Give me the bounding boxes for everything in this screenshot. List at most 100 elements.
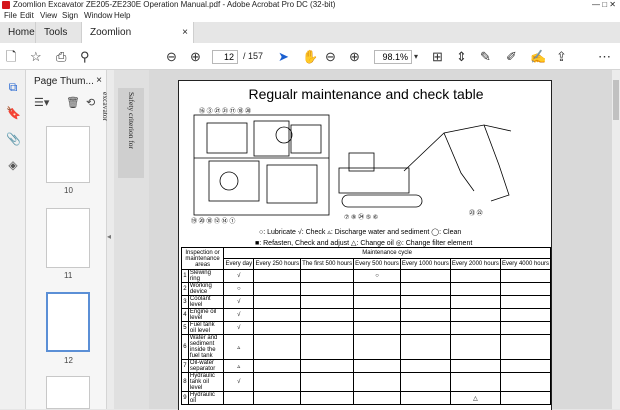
page-thumbnails-icon[interactable]: ⧉ (6, 80, 20, 94)
table-row: 6 Water and sediment inside the fuel tank… (181, 334, 551, 360)
row-cycle-mark (499, 308, 551, 322)
row-cycle-mark (499, 391, 551, 405)
zoom-dropdown-icon[interactable]: ▾ (414, 48, 418, 65)
tab-document[interactable]: Zoomlion Excavator... × (81, 22, 194, 59)
tab-tools[interactable]: Tools (36, 22, 81, 43)
menu-view[interactable]: View (40, 10, 57, 22)
thumbnail-page-12-selected[interactable] (46, 292, 90, 352)
table-row: 2 Working device ○ (181, 282, 551, 296)
table-subheader-row: Every day Every 250 hours The first 500 … (182, 258, 551, 270)
row-cycle-mark (353, 391, 401, 405)
row-number: 3 (181, 295, 189, 309)
hand-tool-icon[interactable]: ✋ (302, 48, 318, 65)
row-cycle-mark (300, 295, 355, 309)
more-tools-icon[interactable]: ⋯ (598, 48, 611, 65)
table-row: 7 Oil-water separator ▵ (181, 359, 551, 373)
cycle-column: Every 500 hours (353, 258, 401, 270)
row-cycle-mark (399, 282, 451, 296)
print-icon[interactable]: ⎙ (56, 48, 66, 65)
save-icon[interactable]: 🗋 (6, 48, 16, 65)
menu-window[interactable]: Window (84, 10, 112, 22)
layers-icon[interactable]: ◈ (6, 158, 20, 172)
zoom-out-icon[interactable]: ⊖ (325, 48, 336, 65)
row-cycle-mark (499, 359, 551, 373)
bookmark-star-icon[interactable]: ☆ (30, 48, 42, 65)
row-cycle-mark: ○ (223, 282, 255, 296)
row-cycle-mark (399, 321, 451, 335)
comment-icon[interactable]: ✎ (480, 48, 491, 65)
search-icon[interactable]: ⚲ (80, 48, 90, 65)
table-row: 1 Slewing ring √ ○ (181, 269, 551, 283)
thumbnail-options-icon[interactable]: ☰▾ (34, 96, 49, 109)
thumbnail-page-11[interactable] (46, 208, 90, 268)
row-cycle-mark (399, 295, 451, 309)
window-controls[interactable]: — □ ✕ (592, 0, 616, 10)
row-number: 1 (181, 269, 189, 283)
row-area-name: Water and sediment inside the fuel tank (187, 334, 225, 360)
zoom-in-icon[interactable]: ⊕ (349, 48, 360, 65)
row-cycle-mark (399, 334, 451, 360)
row-cycle-mark: △ (449, 391, 501, 405)
thumbnail-label: 12 (64, 356, 73, 365)
row-area-name: Fuel tank oil level (187, 321, 225, 335)
excavator-diagram: ⑯ ③ ㉗ ㉑ ⑰ ⑱ ⑳ ⑲ ⑳ ⑩ ⑫ ⑭ ① ⑦ ⑧ ㉔ ⑤ ⑥ ㉓ ㉒ (191, 107, 512, 225)
zoom-input[interactable] (374, 50, 412, 64)
bookmarks-icon[interactable]: 🔖 (6, 106, 21, 120)
close-panel-icon[interactable]: × (96, 75, 102, 86)
scroll-mode-icon[interactable]: ⇕ (456, 48, 467, 65)
vertical-scrollbar[interactable] (612, 70, 620, 409)
row-cycle-mark (353, 282, 401, 296)
highlight-icon[interactable]: ✐ (506, 48, 517, 65)
menu-sign[interactable]: Sign (62, 10, 78, 22)
delete-page-icon[interactable]: 🗑 (66, 96, 80, 109)
row-cycle-mark (253, 295, 302, 309)
row-cycle-mark: ▵ (223, 359, 255, 373)
menu-file[interactable]: File (4, 10, 17, 22)
row-cycle-mark (449, 282, 501, 296)
row-cycle-mark: ○ (353, 269, 401, 283)
row-cycle-mark (300, 372, 355, 392)
attachments-icon[interactable]: 📎 (6, 132, 21, 146)
row-area-name: Oil-water separator (187, 359, 225, 373)
legend-line-1: ○: Lubricate √: Check ▵: Discharge water… (259, 229, 462, 236)
select-cursor-icon[interactable]: ➤ (278, 48, 289, 65)
legend-line-2: ■: Refasten, Check and adjust △: Change … (255, 240, 473, 247)
cycle-header: Maintenance cycle (223, 247, 551, 259)
row-area-name: Hydraulic oil (187, 391, 225, 405)
row-cycle-mark (399, 308, 451, 322)
row-cycle-mark (449, 359, 501, 373)
row-cycle-mark (300, 359, 355, 373)
row-cycle-mark (499, 282, 551, 296)
menu-help[interactable]: Help (114, 10, 130, 22)
previous-page-icon[interactable]: ⊖ (166, 48, 177, 65)
thumbnail-page-10[interactable] (46, 126, 90, 183)
menu-edit[interactable]: Edit (20, 10, 34, 22)
row-area-name: Working device (187, 282, 225, 296)
row-area-name: Coolant level (187, 295, 225, 309)
row-cycle-mark (449, 269, 501, 283)
share-icon[interactable]: ⇪ (556, 48, 567, 65)
cycle-column: Every 1000 hours (399, 258, 451, 270)
row-cycle-mark (253, 372, 302, 392)
scrollbar-thumb[interactable] (613, 80, 619, 120)
row-cycle-mark (449, 321, 501, 335)
svg-text:㉓ ㉒: ㉓ ㉒ (469, 209, 483, 217)
row-area-name: Hydraulic tank oil level (187, 372, 225, 392)
row-cycle-mark (499, 372, 551, 392)
cycle-column: Every 250 hours (253, 258, 302, 270)
page-number-input[interactable] (212, 50, 238, 64)
thumbnail-page-13[interactable] (46, 376, 90, 409)
bookmark-label[interactable]: Safety criterion for excavator (101, 88, 144, 178)
row-cycle-mark (499, 269, 551, 283)
tab-home[interactable]: Home (0, 22, 36, 43)
row-cycle-mark: √ (223, 372, 255, 392)
row-cycle-mark: √ (223, 321, 255, 335)
fit-page-icon[interactable]: ⊞ (432, 48, 443, 65)
sign-icon[interactable]: ✍ (530, 48, 546, 65)
row-cycle-mark: ▵ (223, 334, 255, 360)
next-page-icon[interactable]: ⊕ (190, 48, 201, 65)
close-tab-icon[interactable]: × (182, 22, 188, 43)
row-number: 4 (181, 308, 189, 322)
svg-text:⑯ ③ ㉗ ㉑ ⑰ ⑱ ⑳: ⑯ ③ ㉗ ㉑ ⑰ ⑱ ⑳ (199, 107, 251, 115)
toolbar: 🗋 ☆ ⎙ ⚲ ⊖ ⊕ / 157 ➤ ✋ ⊖ ⊕ ▾ ⊞ ⇕ ✎ ✐ ✍ ⇪ … (0, 43, 620, 70)
